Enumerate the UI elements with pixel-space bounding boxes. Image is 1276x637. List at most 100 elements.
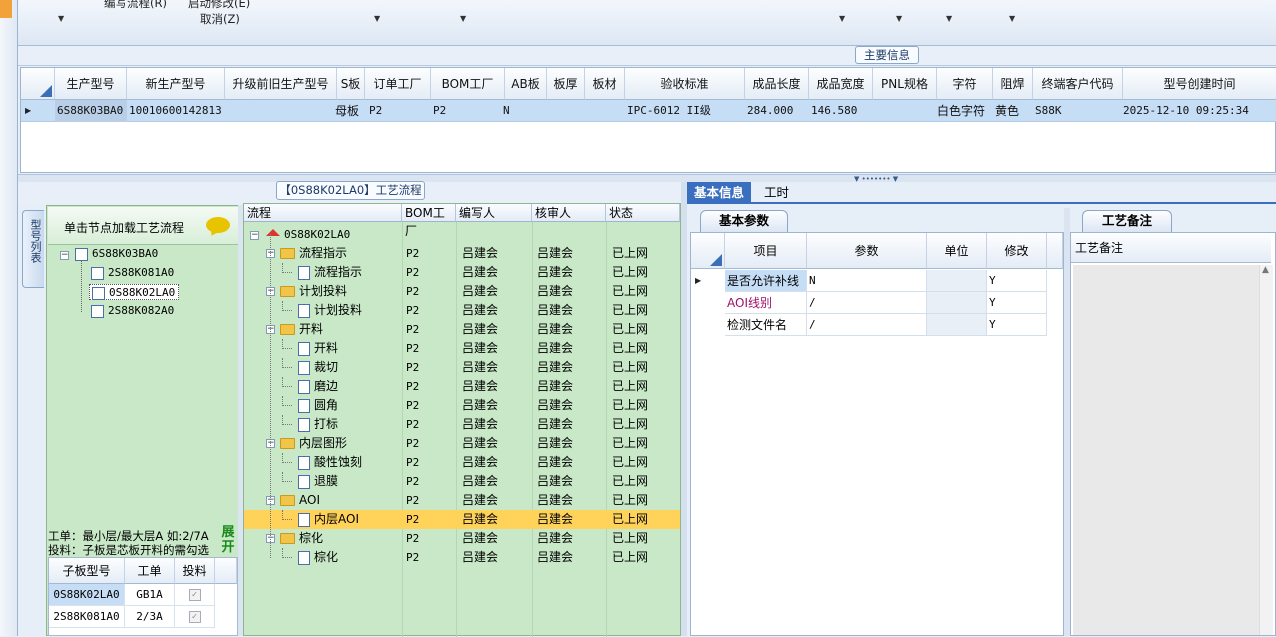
flow-folder-row[interactable]: − 棕化 P2 吕建会 吕建会 已上网 bbox=[244, 529, 680, 548]
flow-step-row[interactable]: 打标 P2 吕建会 吕建会 已上网 bbox=[244, 415, 680, 434]
col-writer[interactable]: 编写人 bbox=[456, 204, 532, 222]
param-modify[interactable]: Y bbox=[987, 314, 1047, 336]
tree-node-root[interactable]: 6S88K03BA0 bbox=[75, 246, 158, 262]
col-new-model[interactable]: 新生产型号 bbox=[127, 68, 225, 100]
flow-step-row[interactable]: 裁切 P2 吕建会 吕建会 已上网 bbox=[244, 358, 680, 377]
col-thickness[interactable]: 板厚 bbox=[547, 68, 585, 100]
cell-order[interactable]: GB1A bbox=[125, 584, 175, 606]
col-pnl[interactable]: PNL规格 bbox=[873, 68, 937, 100]
tab-work-hours[interactable]: 工时 bbox=[757, 182, 796, 204]
vertical-scrollbar[interactable]: ▲ bbox=[1259, 265, 1273, 635]
cell-old-model[interactable] bbox=[225, 100, 337, 122]
col-ab-board[interactable]: AB板 bbox=[505, 68, 547, 100]
col-param[interactable]: 参数 bbox=[807, 233, 927, 269]
dropdown-arrow-icon[interactable]: ▼ bbox=[374, 14, 380, 23]
horizontal-splitter[interactable]: ▼ ••••••• ▼ bbox=[18, 174, 1276, 183]
cell-pnl[interactable] bbox=[873, 100, 937, 122]
flow-folder-row[interactable]: − 计划投料 P2 吕建会 吕建会 已上网 bbox=[244, 282, 680, 301]
param-item[interactable]: 检测文件名 bbox=[725, 314, 807, 336]
col-mask[interactable]: 阻焊 bbox=[993, 68, 1033, 100]
expand-button[interactable]: 展开 bbox=[219, 525, 237, 557]
cell-feed[interactable]: ✓ bbox=[175, 584, 215, 606]
cancel-menu[interactable]: 取消(Z) bbox=[200, 11, 240, 27]
col-length[interactable]: 成品长度 bbox=[745, 68, 809, 100]
dropdown-arrow-icon[interactable]: ▼ bbox=[839, 14, 845, 23]
col-flow[interactable]: 流程 bbox=[244, 204, 402, 222]
cell-sub-model[interactable]: 2S88K081A0 bbox=[49, 606, 125, 628]
feed-checkbox[interactable]: ✓ bbox=[188, 611, 201, 623]
cell-customer[interactable]: S88K bbox=[1033, 100, 1123, 122]
flow-folder-row[interactable]: − 内层图形 P2 吕建会 吕建会 已上网 bbox=[244, 434, 680, 453]
col-order[interactable]: 工单 bbox=[125, 558, 175, 584]
col-sub-model[interactable]: 子板型号 bbox=[49, 558, 125, 584]
col-unit[interactable]: 单位 bbox=[927, 233, 987, 269]
cell-new-model[interactable]: 10010600142813 bbox=[127, 100, 225, 122]
param-modify[interactable]: Y bbox=[987, 270, 1047, 292]
tab-basic-info[interactable]: 基本信息 bbox=[687, 182, 752, 204]
dropdown-arrow-icon[interactable]: ▼ bbox=[896, 14, 902, 23]
tab-process-notes[interactable]: 工艺备注 bbox=[1082, 210, 1172, 232]
start-modify-menu[interactable]: 启动修改(E) bbox=[188, 0, 250, 11]
dropdown-arrow-icon[interactable]: ▼ bbox=[946, 14, 952, 23]
dropdown-arrow-icon[interactable]: ▼ bbox=[460, 14, 466, 23]
cell-s-board[interactable]: 母板 bbox=[333, 100, 365, 122]
tree-node-child[interactable]: 2S88K081A0 bbox=[91, 265, 174, 281]
flow-folder-row[interactable]: − 流程指示 P2 吕建会 吕建会 已上网 bbox=[244, 244, 680, 263]
cell-standard[interactable]: IPC-6012 II级 bbox=[625, 100, 745, 122]
param-value[interactable]: / bbox=[807, 292, 927, 314]
cell-order-factory[interactable]: P2 bbox=[367, 100, 431, 122]
col-material[interactable]: 板材 bbox=[585, 68, 625, 100]
col-notes[interactable]: 工艺备注 bbox=[1071, 233, 1271, 263]
flow-step-row[interactable]: 计划投料 P2 吕建会 吕建会 已上网 bbox=[244, 301, 680, 320]
param-unit[interactable] bbox=[927, 292, 987, 314]
param-value[interactable]: N bbox=[807, 270, 927, 292]
notes-body[interactable] bbox=[1073, 265, 1259, 635]
flow-step-row[interactable]: 棕化 P2 吕建会 吕建会 已上网 bbox=[244, 548, 680, 567]
tree-root-row[interactable]: − 0S88K02LA0 bbox=[244, 225, 680, 244]
cell-order[interactable]: 2/3A bbox=[125, 606, 175, 628]
param-unit[interactable] bbox=[927, 270, 987, 292]
cell-feed[interactable]: ✓ bbox=[175, 606, 215, 628]
col-char[interactable]: 字符 bbox=[937, 68, 993, 100]
col-standard[interactable]: 验收标准 bbox=[625, 68, 745, 100]
param-unit[interactable] bbox=[927, 314, 987, 336]
col-prod-model[interactable]: 生产型号 bbox=[55, 68, 127, 100]
flow-folder-row[interactable]: − 开料 P2 吕建会 吕建会 已上网 bbox=[244, 320, 680, 339]
flow-step-row[interactable]: 酸性蚀刻 P2 吕建会 吕建会 已上网 bbox=[244, 453, 680, 472]
dropdown-arrow-icon[interactable]: ▼ bbox=[1009, 14, 1015, 23]
dropdown-arrow-icon[interactable]: ▼ bbox=[58, 14, 64, 23]
col-width[interactable]: 成品宽度 bbox=[809, 68, 873, 100]
param-modify[interactable]: Y bbox=[987, 292, 1047, 314]
model-list-tab[interactable]: 型号列表 bbox=[22, 210, 44, 288]
cell-material[interactable] bbox=[585, 100, 625, 122]
flow-step-row[interactable]: 流程指示 P2 吕建会 吕建会 已上网 bbox=[244, 263, 680, 282]
flow-folder-row[interactable]: − AOI P2 吕建会 吕建会 已上网 bbox=[244, 491, 680, 510]
cell-sub-model[interactable]: 0S88K02LA0 bbox=[49, 584, 125, 606]
cell-mask[interactable]: 黄色 bbox=[993, 100, 1033, 122]
cell-prod-model[interactable]: 6S88K03BA0 bbox=[55, 100, 127, 122]
flow-step-row[interactable]: 磨边 P2 吕建会 吕建会 已上网 bbox=[244, 377, 680, 396]
cell-width[interactable]: 146.580 bbox=[809, 100, 873, 122]
col-feed[interactable]: 投料 bbox=[175, 558, 215, 584]
tree-node-selected[interactable]: 0S88K02LA0 bbox=[89, 284, 180, 300]
feed-checkbox[interactable]: ✓ bbox=[188, 589, 201, 601]
tab-basic-params[interactable]: 基本参数 bbox=[700, 210, 788, 232]
col-reviewer[interactable]: 核审人 bbox=[532, 204, 606, 222]
col-status[interactable]: 状态 bbox=[606, 204, 680, 222]
scroll-up-icon[interactable]: ▲ bbox=[1262, 265, 1269, 275]
col-modify[interactable]: 修改 bbox=[987, 233, 1047, 269]
param-item[interactable]: 是否允许补线 bbox=[725, 270, 807, 292]
tree-node-child[interactable]: 2S88K082A0 bbox=[91, 303, 174, 319]
col-created[interactable]: 型号创建时间 bbox=[1123, 68, 1276, 100]
collapse-icon[interactable]: − bbox=[250, 231, 259, 240]
cell-thickness[interactable] bbox=[547, 100, 585, 122]
flow-step-row[interactable]: 退膜 P2 吕建会 吕建会 已上网 bbox=[244, 472, 680, 491]
col-order-factory[interactable]: 订单工厂 bbox=[365, 68, 431, 100]
comment-bubble-icon[interactable] bbox=[206, 217, 230, 233]
col-s-board[interactable]: S板 bbox=[337, 68, 365, 100]
collapse-icon[interactable]: − bbox=[60, 251, 69, 260]
write-flow-menu[interactable]: 编写流程(R) bbox=[104, 0, 167, 11]
col-old-model[interactable]: 升级前旧生产型号 bbox=[225, 68, 337, 100]
col-customer[interactable]: 终端客户代码 bbox=[1033, 68, 1123, 100]
cell-char[interactable]: 白色字符 bbox=[935, 100, 993, 122]
